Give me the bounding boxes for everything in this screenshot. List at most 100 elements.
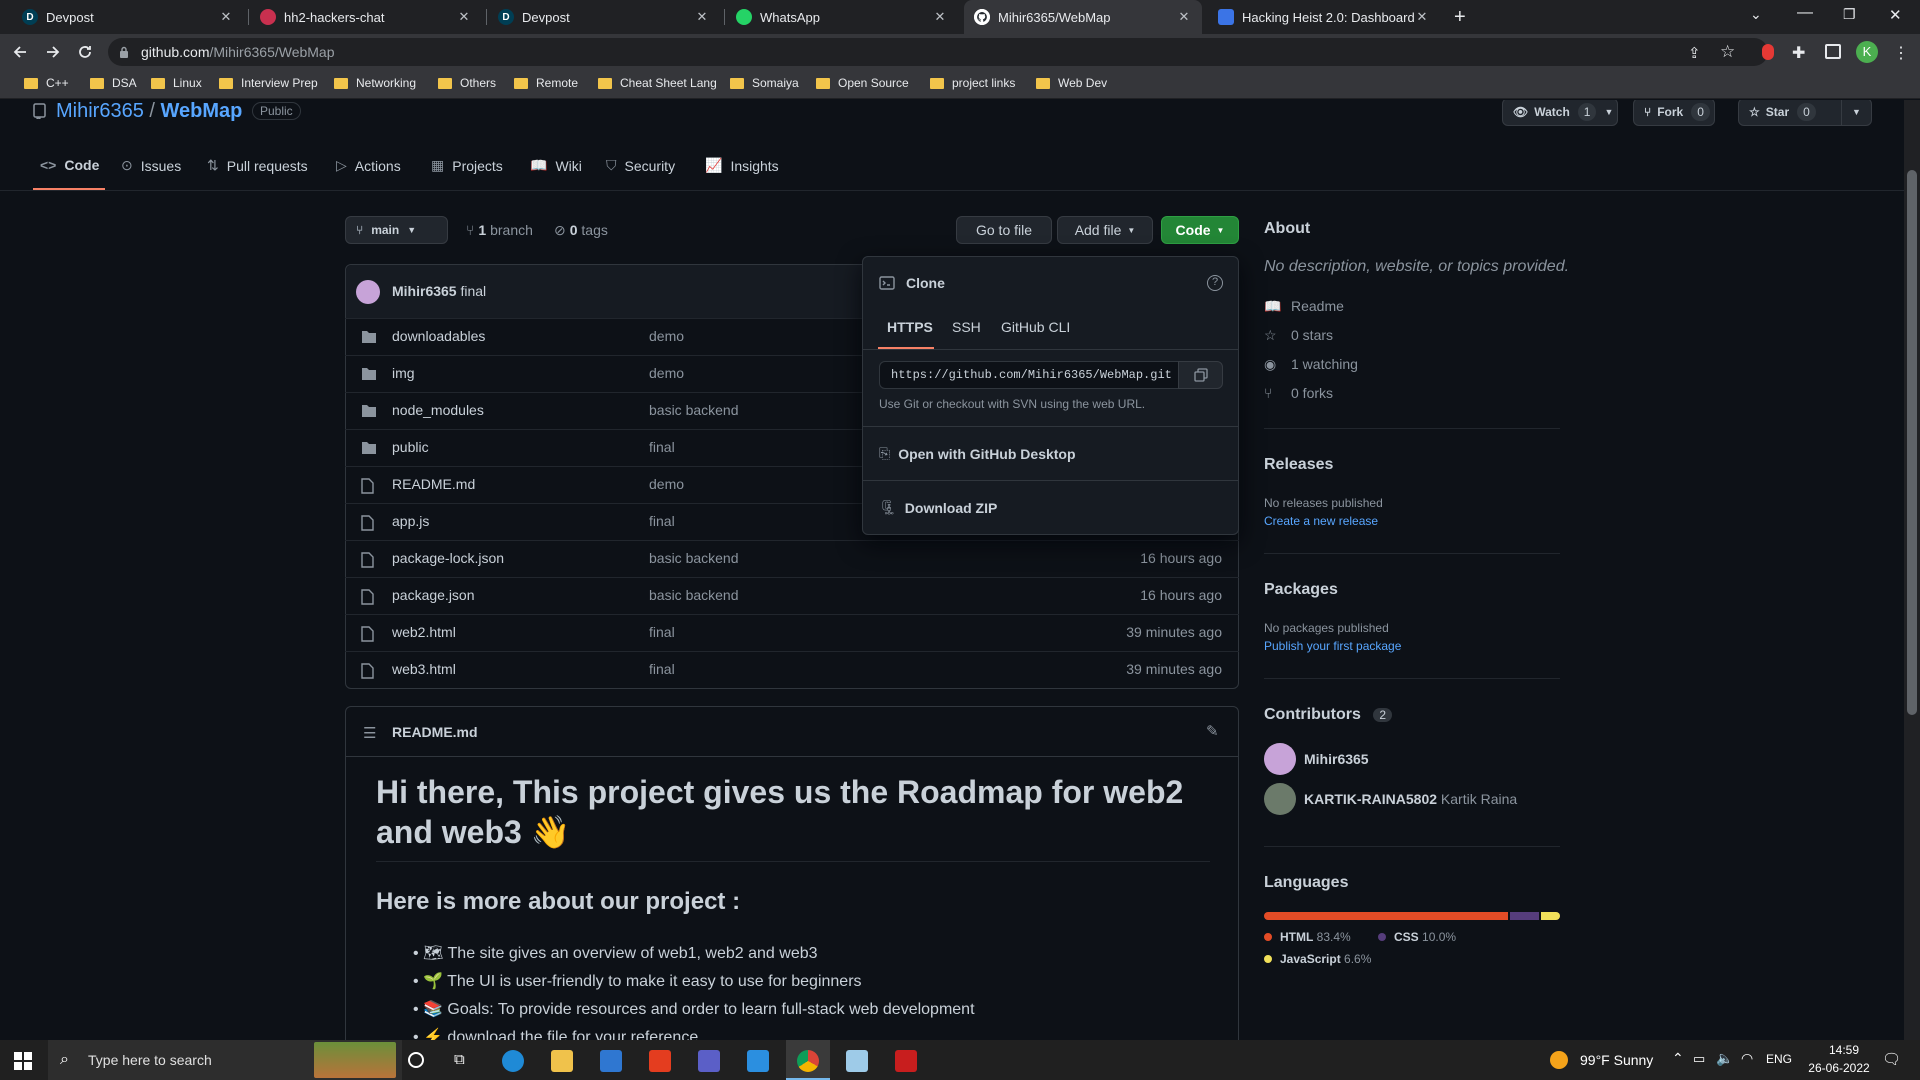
browser-tab-6[interactable]: Hacking Heist 2.0: Dashboard | D ✕ [1208, 0, 1440, 34]
tab-security[interactable]: ⛉ Security [606, 157, 675, 174]
create-release-link[interactable]: Create a new release [1264, 514, 1378, 528]
avatar[interactable] [1264, 743, 1296, 775]
packages-heading[interactable]: Packages [1264, 581, 1338, 599]
bookmark-folder[interactable]: project links [930, 76, 1015, 90]
restore-icon[interactable]: ❐ [1843, 6, 1856, 23]
file-name-link[interactable]: public [392, 439, 429, 455]
open-github-desktop-item[interactable]: ⎘ Open with GitHub Desktop [863, 427, 1238, 480]
bookmark-folder[interactable]: C++ [24, 76, 69, 90]
reload-icon[interactable] [75, 42, 95, 62]
fork-button[interactable]: ⑂ Fork 0 [1633, 100, 1715, 126]
puzzle-extensions-icon[interactable]: ✚ [1792, 43, 1805, 63]
file-name-link[interactable]: node_modules [392, 402, 484, 418]
browser-tab-1[interactable]: D Devpost ✕ [12, 0, 244, 34]
bookmark-folder[interactable]: Linux [151, 76, 202, 90]
commit-message-link[interactable]: demo [649, 476, 684, 492]
file-name-link[interactable]: package.json [392, 587, 475, 603]
battery-icon[interactable]: ▭ [1693, 1051, 1705, 1067]
clock-date[interactable]: 26-06-2022 [1800, 1061, 1878, 1075]
browser-tab-3[interactable]: D Devpost ✕ [488, 0, 720, 34]
star-bookmark-icon[interactable]: ☆ [1720, 42, 1735, 62]
commit-message-link[interactable]: final [649, 513, 675, 529]
side-panel-icon[interactable] [1825, 44, 1841, 59]
watching-link[interactable]: 1 watching [1291, 356, 1358, 372]
close-icon[interactable]: ✕ [1176, 9, 1192, 25]
watch-button[interactable]: 👁 Watch 1 ▼ [1502, 100, 1618, 126]
browser-tab-5-active[interactable]: Mihir6365/WebMap ✕ [964, 0, 1202, 34]
star-list-dropdown-icon[interactable]: ▼ [1841, 100, 1871, 125]
commit-message[interactable]: final [460, 283, 486, 299]
repo-name-link[interactable]: WebMap [161, 100, 243, 122]
commit-message-link[interactable]: demo [649, 365, 684, 381]
bookmark-folder[interactable]: Remote [514, 76, 578, 90]
file-name-link[interactable]: package-lock.json [392, 550, 504, 566]
url-text[interactable]: github.com/Mihir6365/WebMap [141, 44, 335, 60]
releases-heading[interactable]: Releases [1264, 456, 1333, 474]
download-zip-item[interactable]: 🗜 Download ZIP [863, 481, 1238, 534]
commit-message-link[interactable]: final [649, 439, 675, 455]
commit-message-link[interactable]: final [649, 624, 675, 640]
clone-tab-ssh[interactable]: SSH [952, 319, 981, 335]
tab-wiki[interactable]: 📖 Wiki [530, 157, 582, 174]
scrollbar-thumb[interactable] [1907, 170, 1917, 715]
commit-message-link[interactable]: basic backend [649, 550, 739, 566]
file-name-link[interactable]: README.md [392, 476, 475, 492]
contributors-heading[interactable]: Contributors 2 [1264, 706, 1393, 724]
copy-icon[interactable] [1178, 361, 1223, 389]
menu-kebab-icon[interactable]: ⋮ [1893, 43, 1909, 63]
back-arrow-icon[interactable] [10, 42, 30, 62]
close-icon[interactable]: ✕ [932, 9, 948, 25]
edge-icon[interactable] [502, 1050, 524, 1072]
close-icon[interactable]: ✕ [218, 9, 234, 25]
window-close-icon[interactable]: ✕ [1889, 6, 1902, 24]
bookmark-folder[interactable]: Somaiya [730, 76, 799, 90]
tab-search-chevron-icon[interactable]: ⌄ [1750, 6, 1762, 23]
chevron-up-icon[interactable]: ⌃ [1672, 1050, 1684, 1067]
pencil-edit-icon[interactable]: ✎ [1206, 722, 1219, 740]
language-item[interactable]: HTML 83.4% [1264, 930, 1351, 944]
avatar[interactable] [356, 280, 380, 304]
file-row[interactable]: web2.html final 39 minutes ago [345, 614, 1239, 651]
bookmark-folder[interactable]: Cheat Sheet Lang [598, 76, 717, 90]
windows-start-icon[interactable] [14, 1052, 32, 1070]
tab-pull-requests[interactable]: ⇅ Pull requests [207, 157, 308, 174]
language-item[interactable]: JavaScript 6.6% [1264, 952, 1371, 966]
file-name-link[interactable]: downloadables [392, 328, 485, 344]
wifi-icon[interactable]: ◠ [1741, 1050, 1753, 1067]
clone-tab-cli[interactable]: GitHub CLI [1001, 319, 1070, 335]
close-icon[interactable]: ✕ [456, 9, 472, 25]
weather-text[interactable]: 99°F Sunny [1580, 1052, 1653, 1068]
tags-link[interactable]: ⊘ 0 tags [554, 222, 608, 239]
readme-link[interactable]: Readme [1291, 298, 1344, 314]
office-icon[interactable] [649, 1050, 671, 1072]
star-button[interactable]: ☆ Star 0 ▼ [1738, 100, 1872, 126]
list-unordered-icon[interactable]: ☰ [363, 724, 376, 742]
close-icon[interactable]: ✕ [694, 9, 710, 25]
tab-actions[interactable]: ▷ Actions [336, 157, 401, 174]
bookmark-folder[interactable]: Interview Prep [219, 76, 318, 90]
close-icon[interactable]: ✕ [1414, 9, 1430, 25]
notifications-icon[interactable]: 🗨 [1882, 1050, 1901, 1068]
mail-icon[interactable] [600, 1050, 622, 1072]
avatar[interactable] [1264, 783, 1296, 815]
file-name-link[interactable]: img [392, 365, 415, 381]
bookmark-folder[interactable]: Networking [334, 76, 416, 90]
stars-link[interactable]: 0 stars [1291, 327, 1333, 343]
bookmark-folder[interactable]: Open Source [816, 76, 909, 90]
bookmark-folder[interactable]: DSA [90, 76, 137, 90]
forks-link[interactable]: 0 forks [1291, 385, 1333, 401]
contributor-login[interactable]: Mihir6365 [1304, 751, 1369, 767]
code-clone-button[interactable]: Code ▼ [1161, 216, 1239, 244]
go-to-file-button[interactable]: Go to file [956, 216, 1052, 244]
clone-url-input[interactable]: https://github.com/Mihir6365/WebMap.git [879, 361, 1182, 389]
publish-package-link[interactable]: Publish your first package [1264, 639, 1401, 653]
profile-avatar[interactable]: K [1856, 41, 1878, 63]
commit-message-link[interactable]: basic backend [649, 587, 739, 603]
input-language[interactable]: ENG [1766, 1052, 1792, 1066]
tab-projects[interactable]: ▦ Projects [431, 157, 503, 174]
minimize-icon[interactable]: — [1797, 4, 1813, 22]
file-row[interactable]: web3.html final 39 minutes ago [345, 651, 1239, 688]
language-item[interactable]: CSS 10.0% [1378, 930, 1456, 944]
notepad-icon[interactable] [846, 1050, 868, 1072]
commit-message-link[interactable]: demo [649, 328, 684, 344]
